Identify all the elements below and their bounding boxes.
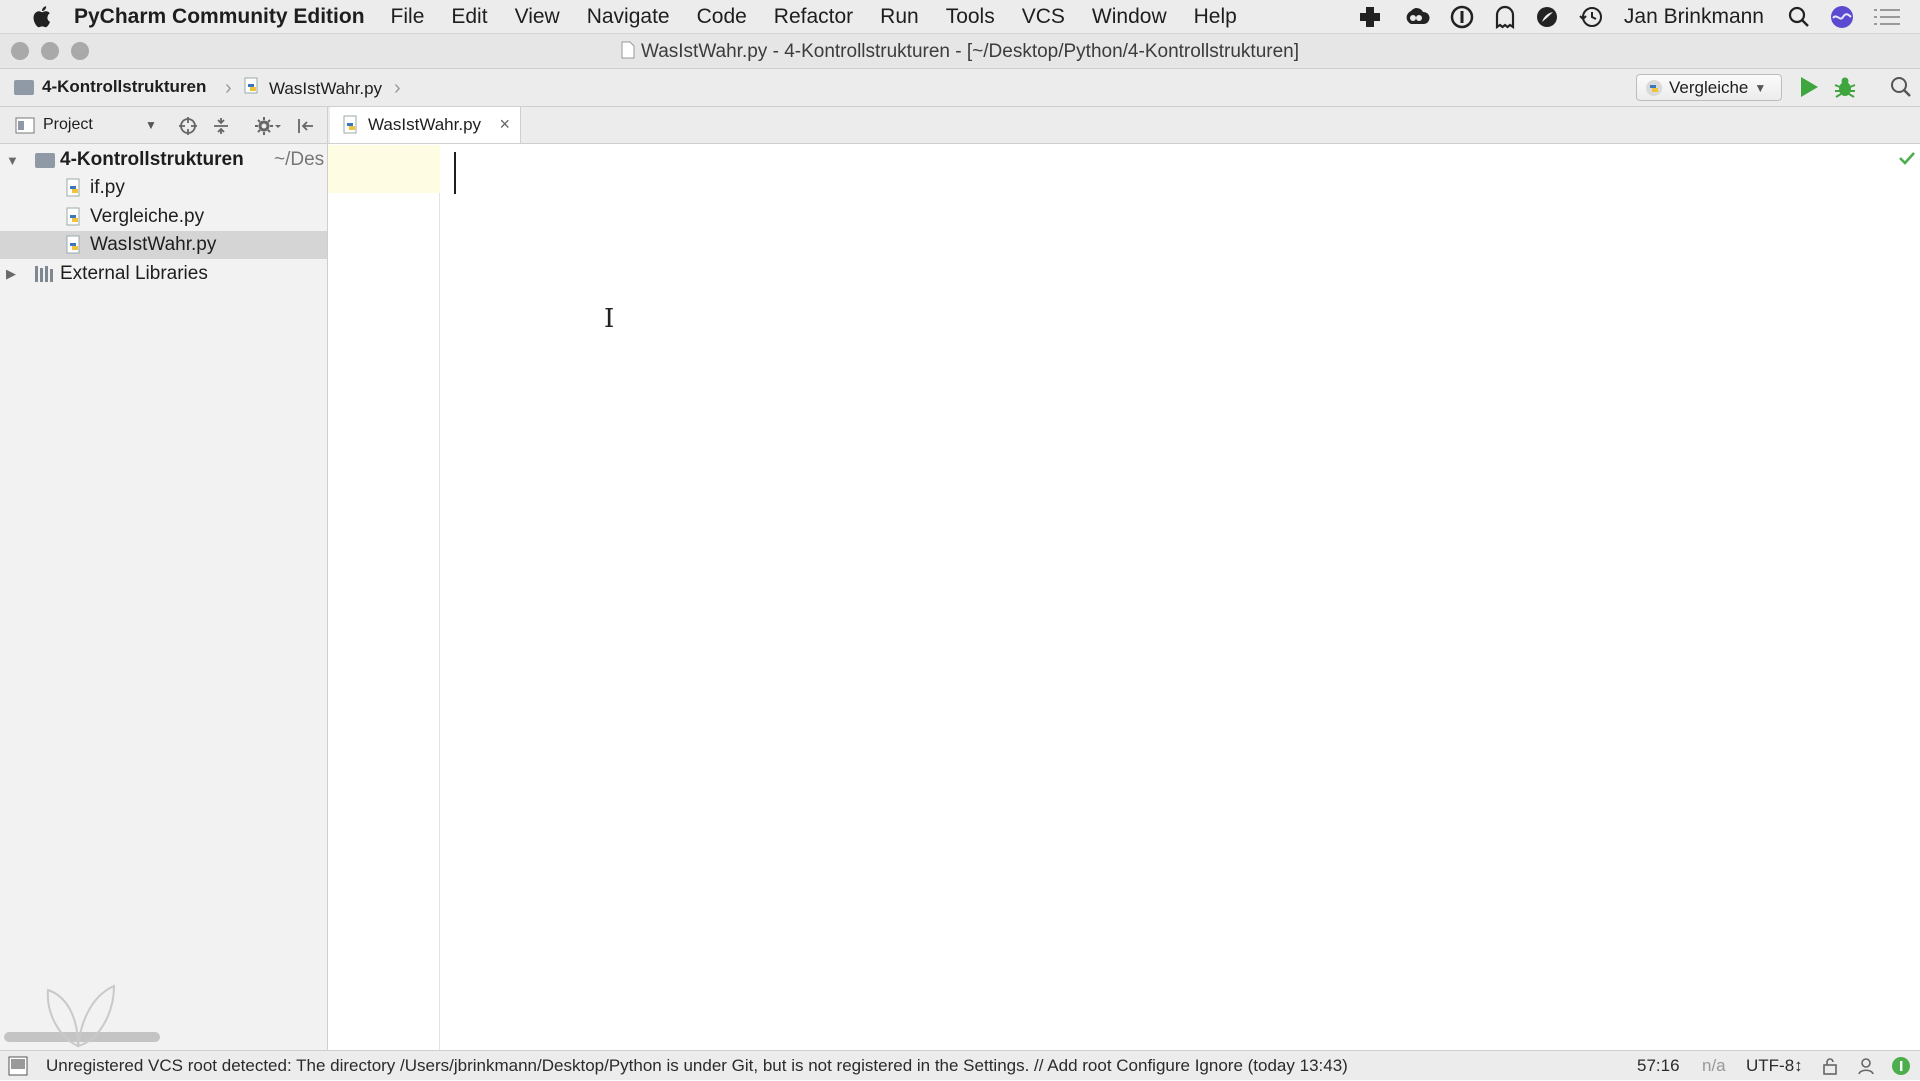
python-file-icon <box>65 178 83 204</box>
tree-node-file-label: if.py <box>90 177 125 198</box>
library-icon <box>34 265 56 289</box>
close-icon[interactable]: × <box>499 114 510 135</box>
document-icon <box>621 41 635 65</box>
app-name-menu[interactable]: PyCharm Community Edition <box>74 5 365 29</box>
project-view-icon <box>15 117 35 139</box>
file-encoding[interactable]: UTF-8↕ <box>1746 1056 1803 1076</box>
project-tool-header: Project ▼ <box>0 107 328 144</box>
breadcrumb-separator-icon: › <box>225 77 232 99</box>
python-file-icon <box>65 207 83 233</box>
breadcrumb-file[interactable]: WasIstWahr.py <box>243 77 382 100</box>
creative-cloud-icon[interactable] <box>1402 6 1430 28</box>
menu-code[interactable]: Code <box>697 5 747 29</box>
menu-window[interactable]: Window <box>1092 5 1167 29</box>
run-configuration-dropdown[interactable]: Vergleiche ▼ <box>1636 74 1782 101</box>
debug-icon[interactable] <box>1833 75 1857 104</box>
spotlight-search-icon[interactable] <box>1788 6 1810 28</box>
window-title: WasIstWahr.py - 4-Kontrollstrukturen - [… <box>0 41 1920 65</box>
breadcrumb-project[interactable]: 4-Kontrollstrukturen <box>14 77 206 97</box>
ghost-icon[interactable] <box>1494 5 1516 29</box>
editor-tab-bar: WasIstWahr.py × <box>328 107 1920 144</box>
project-view-selector[interactable]: Project <box>43 116 93 134</box>
text-caret <box>454 152 456 194</box>
navigation-bar: 4-Kontrollstrukturen › WasIstWahr.py › V… <box>0 69 1920 107</box>
chevron-down-icon: ▼ <box>1754 80 1767 95</box>
gear-icon[interactable] <box>254 116 282 141</box>
ibeam-cursor-icon: I <box>604 304 615 334</box>
password-manager-icon[interactable] <box>1450 5 1474 29</box>
macos-menu-bar: PyCharm Community Edition File Edit View… <box>0 0 1920 34</box>
python-file-icon <box>65 235 83 261</box>
menu-navigate[interactable]: Navigate <box>587 5 670 29</box>
tree-node-file-selected[interactable]: WasIstWahr.py <box>0 231 327 259</box>
plus-cross-icon[interactable] <box>1358 5 1382 29</box>
line-separator[interactable]: n/a <box>1702 1056 1726 1076</box>
tree-node-file[interactable]: if.py <box>0 174 327 202</box>
current-line-highlight <box>328 145 440 193</box>
tree-node-file-label: WasIstWahr.py <box>90 234 217 255</box>
breadcrumb-file-label: WasIstWahr.py <box>269 78 383 98</box>
hide-panel-icon[interactable] <box>296 116 316 141</box>
toggle-tool-windows-icon[interactable] <box>8 1056 28 1081</box>
tree-node-root-path: ~/Des <box>274 149 325 170</box>
menu-edit[interactable]: Edit <box>451 5 487 29</box>
breadcrumb-project-label: 4-Kontrollstrukturen <box>42 77 207 96</box>
time-machine-icon[interactable] <box>1578 5 1604 29</box>
run-icon[interactable] <box>1798 75 1820 104</box>
folder-icon <box>35 152 55 168</box>
search-everywhere-icon[interactable] <box>1890 76 1912 103</box>
editor-tab-label: WasIstWahr.py <box>368 115 482 134</box>
notification-center-icon[interactable] <box>1874 7 1900 27</box>
caret-position[interactable]: 57:16 <box>1637 1056 1680 1076</box>
run-configuration-label: Vergleiche <box>1669 77 1749 97</box>
menu-view[interactable]: View <box>515 5 560 29</box>
collapsed-arrow-icon[interactable]: ▶ <box>6 266 16 282</box>
tree-node-file-label: Vergleiche.py <box>90 206 205 227</box>
tree-node-root-name: 4-Kontrollstrukturen <box>60 149 244 170</box>
menu-run[interactable]: Run <box>880 5 919 29</box>
tree-node-external-libraries[interactable]: ▶ External Libraries <box>0 260 327 288</box>
event-log-icon[interactable] <box>1890 1056 1912 1081</box>
python-file-icon <box>243 77 261 100</box>
chevron-down-icon[interactable]: ▼ <box>145 118 157 132</box>
menu-vcs[interactable]: VCS <box>1022 5 1065 29</box>
menu-refactor[interactable]: Refactor <box>774 5 853 29</box>
collapse-all-icon[interactable] <box>211 116 231 141</box>
python-config-icon <box>1645 79 1663 97</box>
breadcrumb-end-icon: › <box>394 77 401 99</box>
window-title-text: WasIstWahr.py - 4-Kontrollstrukturen - [… <box>640 41 1300 62</box>
user-name[interactable]: Jan Brinkmann <box>1624 5 1764 29</box>
vcs-notification-message[interactable]: Unregistered VCS root detected: The dire… <box>46 1056 1348 1076</box>
editor-gutter[interactable] <box>328 145 440 1050</box>
tree-node-external-label: External Libraries <box>60 263 208 284</box>
window-title-bar: WasIstWahr.py - 4-Kontrollstrukturen - [… <box>0 34 1920 69</box>
editor-tab-active[interactable]: WasIstWahr.py × <box>330 107 521 143</box>
project-tree: ▼ 4-Kontrollstrukturen ~/Des if.py Vergl… <box>0 144 328 1050</box>
tree-node-file[interactable]: Vergleiche.py <box>0 203 327 231</box>
status-bar: Unregistered VCS root detected: The dire… <box>0 1050 1920 1080</box>
siri-icon[interactable] <box>1830 5 1854 29</box>
tree-node-project-root[interactable]: ▼ 4-Kontrollstrukturen ~/Des <box>0 146 327 174</box>
watermark-logo <box>38 980 124 1055</box>
menu-bar-status-area: Jan Brinkmann <box>1358 0 1920 34</box>
inspection-ok-icon[interactable] <box>1898 150 1916 171</box>
scroll-from-source-icon[interactable] <box>178 116 198 141</box>
python-file-icon <box>342 115 360 135</box>
menu-file[interactable]: File <box>391 5 425 29</box>
menu-tools[interactable]: Tools <box>946 5 995 29</box>
inspector-icon[interactable] <box>1856 1056 1876 1081</box>
menu-help[interactable]: Help <box>1194 5 1237 29</box>
lock-icon[interactable] <box>1822 1057 1838 1080</box>
apple-icon[interactable] <box>26 5 60 28</box>
expand-arrow-icon[interactable]: ▼ <box>6 153 19 168</box>
code-editor[interactable] <box>441 145 1920 1050</box>
folder-icon <box>14 79 34 95</box>
leaf-icon[interactable] <box>1536 6 1558 28</box>
